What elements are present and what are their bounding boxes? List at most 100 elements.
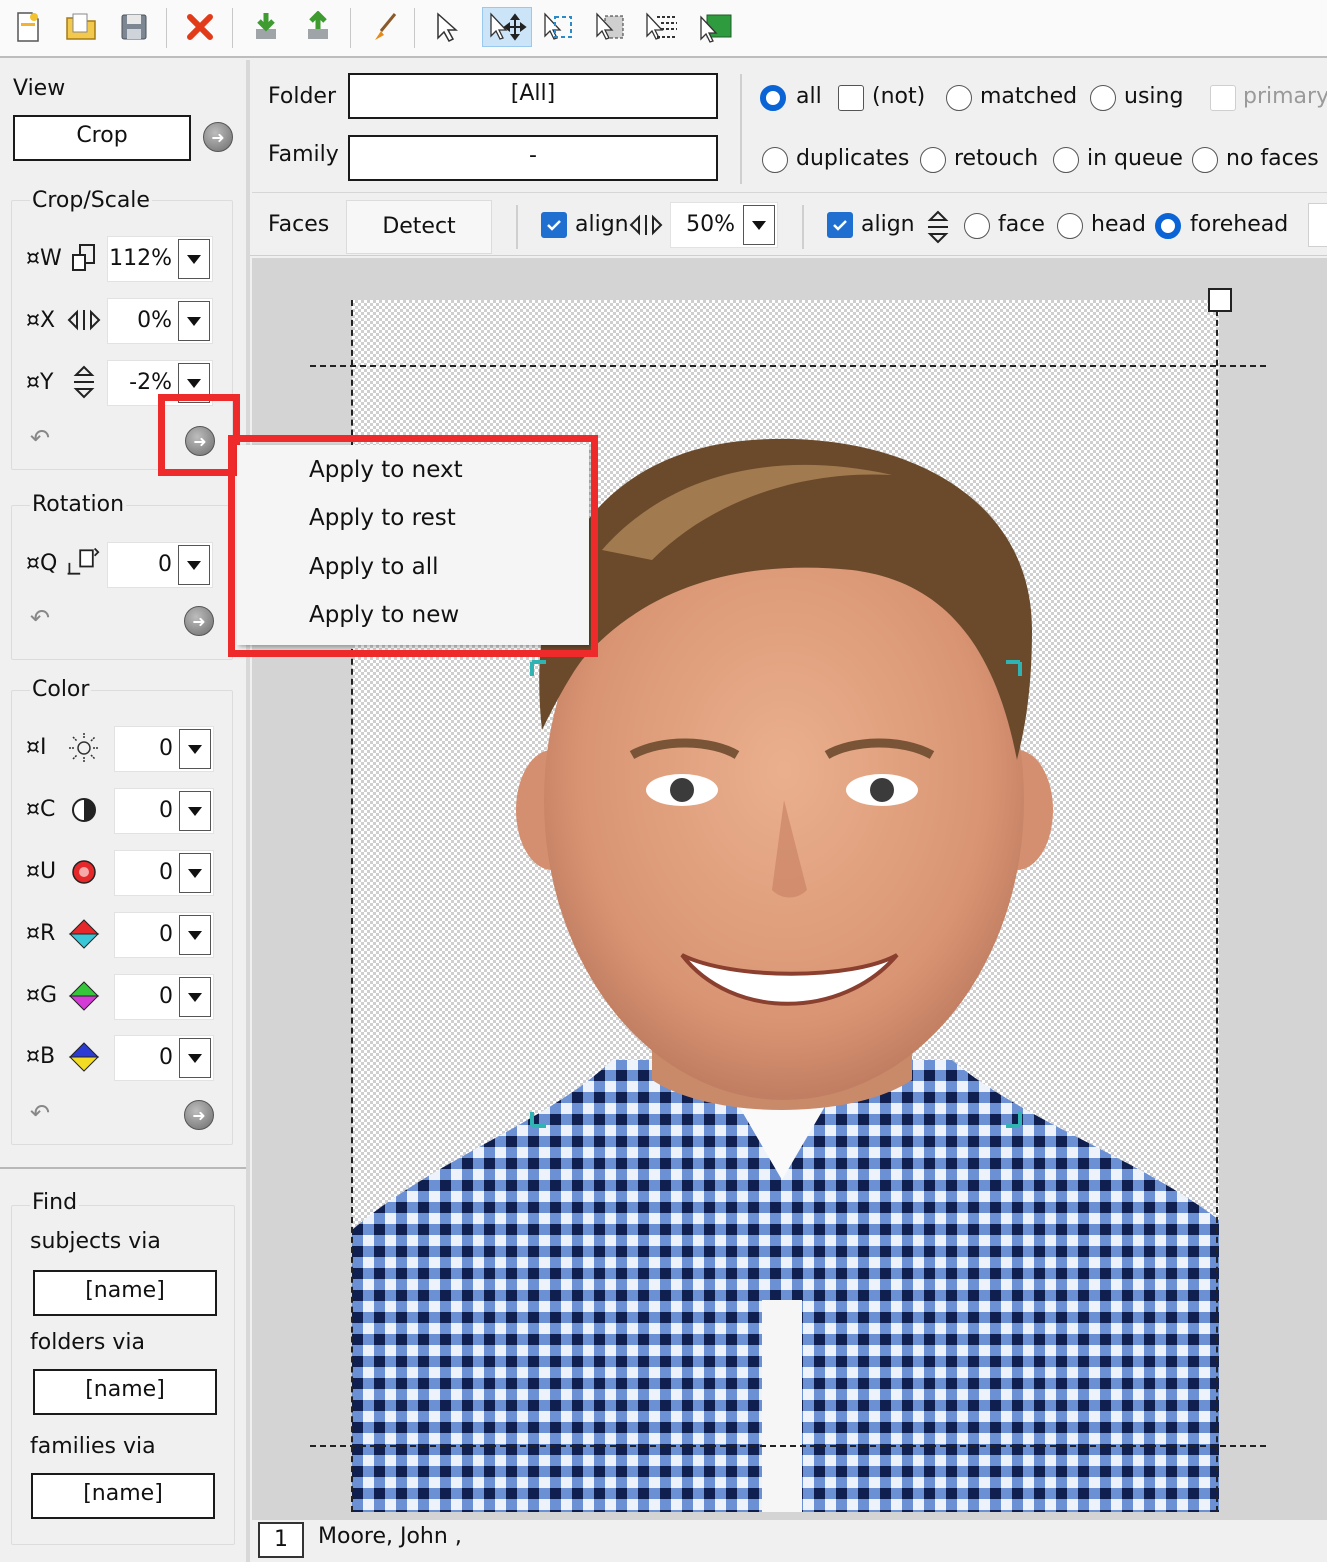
align-face-label: face	[998, 212, 1045, 237]
rotate-icon	[64, 544, 100, 580]
align-vertical-checkbox[interactable]	[827, 212, 853, 238]
crop-x-label: ¤X	[26, 308, 56, 333]
filter-duplicates-label: duplicates	[796, 146, 910, 171]
blue-channel-icon	[66, 1039, 102, 1075]
color-apply-icon[interactable]: ➜	[184, 1100, 214, 1130]
open-folder-icon[interactable]	[62, 7, 102, 47]
family-field[interactable]: -	[348, 135, 718, 181]
brush-icon[interactable]	[364, 7, 404, 47]
new-file-icon[interactable]	[8, 7, 48, 47]
vertical-align-icon	[920, 209, 956, 245]
filter-primary-checkbox	[1210, 85, 1236, 111]
pointer-icon[interactable]	[426, 7, 466, 47]
color-r-spinner[interactable]: 0	[114, 912, 214, 958]
rotation-q-spinner[interactable]: 0	[107, 542, 213, 588]
chevron-down-icon[interactable]	[179, 977, 211, 1017]
subjects-search-field[interactable]: [name]	[33, 1270, 217, 1316]
color-undo-icon[interactable]: ↶	[30, 1099, 50, 1127]
export-icon[interactable]	[298, 7, 338, 47]
chevron-down-icon[interactable]	[743, 205, 775, 245]
horizontal-align-icon	[66, 302, 102, 338]
crop-x-value: 0%	[137, 308, 172, 333]
filter-no-faces-label: no faces	[1226, 146, 1319, 171]
rotation-apply-icon[interactable]: ➜	[184, 606, 214, 636]
crop-w-label: ¤W	[26, 246, 62, 271]
align-face-radio[interactable]	[964, 213, 990, 239]
color-title: Color	[30, 677, 92, 702]
chevron-down-icon[interactable]	[179, 729, 211, 769]
filter-not-checkbox[interactable]	[838, 85, 864, 111]
select-area-icon[interactable]	[590, 7, 630, 47]
bottom-guide-line	[310, 1445, 1266, 1447]
filter-using-label: using	[1124, 84, 1184, 109]
faces-label: Faces	[268, 212, 330, 237]
vertical-align-icon	[66, 364, 102, 400]
record-index[interactable]: 1	[258, 1522, 304, 1558]
subject-name: Moore, John ,	[318, 1524, 462, 1549]
color-r-label: ¤R	[26, 921, 56, 946]
folders-search-field[interactable]: [name]	[33, 1369, 217, 1415]
filter-retouch-label: retouch	[954, 146, 1039, 171]
red-channel-icon	[66, 916, 102, 952]
import-icon[interactable]	[246, 7, 286, 47]
green-channel-icon	[66, 978, 102, 1014]
delete-icon[interactable]	[180, 7, 220, 47]
resize-handle[interactable]	[1208, 288, 1232, 312]
move-tool-icon[interactable]	[482, 7, 532, 47]
chevron-down-icon[interactable]	[179, 853, 211, 893]
filter-using-radio[interactable]	[1090, 85, 1116, 111]
align-forehead-radio[interactable]	[1155, 213, 1181, 239]
color-g-spinner[interactable]: 0	[114, 974, 214, 1020]
view-select[interactable]: Crop	[13, 115, 191, 161]
chevron-down-icon[interactable]	[179, 1038, 211, 1078]
align-head-radio[interactable]	[1057, 213, 1083, 239]
color-c-spinner[interactable]: 0	[114, 788, 214, 834]
chevron-down-icon[interactable]	[179, 915, 211, 955]
crop-x-spinner[interactable]: 0%	[107, 298, 213, 344]
color-g-value: 0	[159, 984, 173, 1009]
filter-not-label: (not)	[872, 84, 926, 109]
color-i-spinner[interactable]: 0	[114, 726, 214, 772]
filter-in-queue-radio[interactable]	[1053, 147, 1079, 173]
filter-matched-radio[interactable]	[946, 85, 972, 111]
filter-duplicates-radio[interactable]	[762, 147, 788, 173]
folders-label: folders via	[30, 1330, 145, 1355]
filter-no-faces-radio[interactable]	[1192, 147, 1218, 173]
filter-all-radio[interactable]	[760, 85, 786, 111]
align-horizontal-checkbox[interactable]	[541, 212, 567, 238]
select-region-icon[interactable]	[538, 7, 578, 47]
crop-undo-icon[interactable]: ↶	[30, 424, 50, 452]
color-c-label: ¤C	[26, 797, 56, 822]
rotation-q-label: ¤Q	[26, 551, 58, 576]
scale-icon	[66, 240, 102, 276]
chevron-down-icon[interactable]	[179, 791, 211, 831]
align-forehead-label: forehead	[1190, 212, 1289, 237]
toolbar	[0, 0, 1327, 58]
align-horizontal-spinner[interactable]: 50%	[670, 202, 778, 248]
chevron-down-icon[interactable]	[178, 301, 210, 341]
select-rows-icon[interactable]	[642, 7, 682, 47]
align-vertical-label: align	[861, 212, 915, 237]
color-u-spinner[interactable]: 0	[114, 850, 214, 896]
folder-field[interactable]: [All]	[348, 73, 718, 119]
save-icon[interactable]	[114, 7, 154, 47]
horizontal-align-icon	[628, 207, 664, 243]
rotation-undo-icon[interactable]: ↶	[30, 604, 50, 632]
color-b-spinner[interactable]: 0	[114, 1035, 214, 1081]
families-search-field[interactable]: [name]	[31, 1473, 215, 1519]
crop-w-spinner[interactable]: 112%	[107, 236, 213, 282]
color-g-label: ¤G	[26, 983, 58, 1008]
view-apply-icon[interactable]: ➜	[203, 122, 233, 152]
filter-retouch-radio[interactable]	[920, 147, 946, 173]
chevron-down-icon[interactable]	[178, 239, 210, 279]
detect-button[interactable]: Detect	[346, 200, 492, 254]
families-label: families via	[30, 1434, 156, 1459]
rotation-q-value: 0	[158, 552, 172, 577]
crop-scale-title: Crop/Scale	[30, 188, 152, 213]
family-label: Family	[268, 142, 339, 167]
chevron-down-icon[interactable]	[178, 545, 210, 585]
rotation-title: Rotation	[30, 492, 127, 517]
folder-label: Folder	[268, 84, 336, 109]
select-fill-icon[interactable]	[696, 7, 736, 47]
color-u-label: ¤U	[26, 859, 57, 884]
